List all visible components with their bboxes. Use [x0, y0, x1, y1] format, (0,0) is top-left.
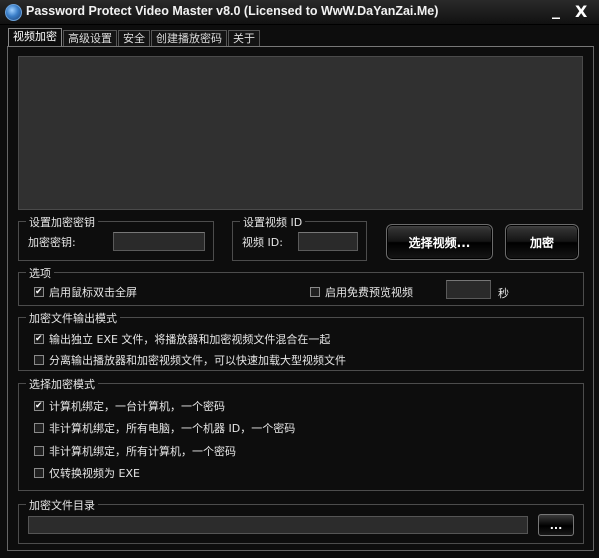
encrypt-button[interactable]: 加密: [505, 224, 579, 260]
encryption-key-label: 加密密钥:: [28, 236, 76, 249]
output-separate-checkbox[interactable]: 分离输出播放器和加密视频文件，可以快速加载大型视频文件: [34, 352, 346, 368]
minimize-button[interactable]: _: [552, 0, 560, 19]
mode-all-computers-check-icon[interactable]: [34, 446, 44, 456]
mode-exe-only-checkbox[interactable]: 仅转换视频为 EXE: [34, 465, 140, 481]
mode-all-computers-label: 非计算机绑定，所有计算机，一个密码: [49, 445, 236, 458]
app-icon: [5, 4, 22, 21]
output-dir-legend: 加密文件目录: [26, 497, 98, 513]
close-button[interactable]: X: [575, 2, 587, 21]
fullscreen-check-icon[interactable]: [34, 287, 44, 297]
video-id-legend: 设置视频 ID: [240, 214, 306, 230]
select-video-button[interactable]: 选择视频...: [386, 224, 493, 260]
mode-exe-only-check-icon[interactable]: [34, 468, 44, 478]
output-separate-check-icon[interactable]: [34, 355, 44, 365]
video-preview-area: [18, 56, 583, 210]
tab-advanced-settings[interactable]: 高级设置: [63, 30, 117, 47]
mode-computer-bound-checkbox[interactable]: 计算机绑定，一台计算机，一个密码: [34, 398, 225, 414]
tab-strip: 视频加密 高级设置 安全 创建播放密码 关于: [8, 28, 261, 47]
fullscreen-checkbox[interactable]: 启用鼠标双击全屏: [34, 284, 137, 300]
options-legend: 选项: [26, 265, 54, 281]
browse-button[interactable]: ...: [538, 514, 574, 536]
output-exe-checkbox[interactable]: 输出独立 EXE 文件，将播放器和加密视频文件混合在一起: [34, 331, 330, 347]
mode-machine-id-label: 非计算机绑定，所有电脑，一个机器 ID，一个密码: [49, 422, 296, 435]
fullscreen-label: 启用鼠标双击全屏: [49, 286, 137, 299]
free-preview-label: 启用免费预览视频: [325, 286, 413, 299]
video-id-input[interactable]: [298, 232, 358, 251]
output-dir-path[interactable]: [28, 516, 528, 534]
encrypt-mode-legend: 选择加密模式: [26, 376, 98, 392]
output-exe-check-icon[interactable]: [34, 334, 44, 344]
mode-computer-bound-check-icon[interactable]: [34, 401, 44, 411]
seconds-unit-label: 秒: [498, 287, 509, 300]
encryption-key-legend: 设置加密密钥: [26, 214, 98, 230]
encryption-key-input[interactable]: [113, 232, 205, 251]
tab-video-encrypt[interactable]: 视频加密: [8, 28, 62, 47]
tab-about[interactable]: 关于: [228, 30, 260, 47]
mode-computer-bound-label: 计算机绑定，一台计算机，一个密码: [49, 400, 225, 413]
tab-create-play-password[interactable]: 创建播放密码: [151, 30, 227, 47]
output-separate-label: 分离输出播放器和加密视频文件，可以快速加载大型视频文件: [49, 354, 346, 367]
preview-seconds-input[interactable]: [446, 280, 491, 299]
video-id-label: 视频 ID:: [242, 236, 283, 249]
free-preview-checkbox[interactable]: 启用免费预览视频: [310, 284, 413, 300]
output-exe-label: 输出独立 EXE 文件，将播放器和加密视频文件混合在一起: [49, 333, 331, 346]
title-bar: Password Protect Video Master v8.0 (Lice…: [0, 0, 599, 25]
mode-machine-id-check-icon[interactable]: [34, 423, 44, 433]
mode-all-computers-checkbox[interactable]: 非计算机绑定，所有计算机，一个密码: [34, 443, 236, 459]
output-mode-legend: 加密文件输出模式: [26, 310, 120, 326]
mode-machine-id-checkbox[interactable]: 非计算机绑定，所有电脑，一个机器 ID，一个密码: [34, 420, 295, 436]
window-title: Password Protect Video Master v8.0 (Lice…: [26, 4, 439, 18]
tab-security[interactable]: 安全: [118, 30, 150, 47]
free-preview-check-icon[interactable]: [310, 287, 320, 297]
mode-exe-only-label: 仅转换视频为 EXE: [49, 467, 140, 480]
